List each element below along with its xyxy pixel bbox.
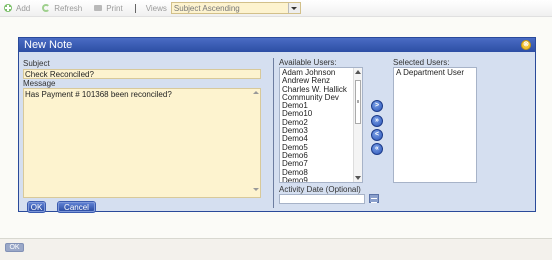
scroll-up-icon[interactable] — [355, 70, 361, 74]
close-icon[interactable]: ⊗ — [521, 40, 531, 50]
selected-user-item[interactable]: A Department User — [396, 68, 476, 77]
views-selected-value: Subject Ascending — [173, 3, 240, 13]
scroll-down-icon[interactable] — [355, 176, 361, 180]
remove-all-button[interactable]: « — [371, 143, 383, 155]
refresh-label: Refresh — [54, 3, 83, 13]
toolbar-separator — [134, 3, 136, 13]
message-label: Message — [23, 79, 56, 88]
refresh-icon — [42, 4, 51, 12]
remove-selected-button[interactable]: < — [371, 129, 383, 141]
activity-date-label: Activity Date (Optional) — [279, 185, 361, 194]
print-button[interactable]: Print — [94, 3, 123, 13]
views-select[interactable]: Subject Ascending — [170, 2, 301, 14]
dialog-body: Subject Check Reconciled? Message Has Pa… — [19, 52, 535, 212]
ok-button[interactable]: OK — [28, 202, 45, 212]
calendar-icon[interactable] — [369, 194, 379, 203]
dialog-header: New Note ⊗ — [19, 38, 535, 52]
chevron-down-icon[interactable] — [287, 3, 300, 13]
toolbar: Add Refresh Print Views Subject Ascendin… — [0, 0, 552, 17]
available-user-item[interactable]: Demo9 — [282, 176, 362, 182]
add-all-button[interactable]: » — [371, 115, 383, 127]
scroll-up-icon[interactable] — [253, 91, 259, 96]
available-users-scrollbar[interactable] — [353, 68, 362, 182]
scroll-down-icon[interactable] — [253, 188, 259, 193]
activity-date-input[interactable] — [279, 194, 365, 204]
print-icon — [94, 5, 103, 11]
vertical-divider — [273, 58, 274, 208]
add-selected-button[interactable]: > — [371, 100, 383, 112]
footer-ok-button[interactable]: OK — [5, 243, 24, 252]
add-label: Add — [16, 3, 31, 13]
refresh-button[interactable]: Refresh — [42, 4, 82, 13]
cancel-button[interactable]: Cancel — [58, 202, 95, 212]
print-label: Print — [106, 3, 123, 13]
available-users-list[interactable]: Adam Johnson Andrew Renz Charles W. Hallic… — [279, 67, 363, 183]
add-button[interactable]: Add — [4, 4, 30, 13]
selected-users-list[interactable]: A Department User — [393, 67, 477, 183]
message-text: Has Payment # 101368 been reconciled? — [25, 90, 172, 99]
add-icon — [4, 4, 12, 12]
available-users-label: Available Users: — [279, 58, 337, 67]
selected-users-label: Selected Users: — [393, 58, 450, 67]
dialog-title: New Note — [24, 39, 73, 51]
views-label: Views — [145, 3, 167, 13]
subject-input[interactable]: Check Reconciled? — [23, 69, 261, 79]
scroll-grip-icon — [357, 100, 359, 103]
new-note-dialog: New Note ⊗ Subject Check Reconciled? Mes… — [18, 37, 536, 212]
subject-label: Subject — [23, 59, 50, 68]
message-textarea[interactable]: Has Payment # 101368 been reconciled? — [23, 88, 261, 198]
